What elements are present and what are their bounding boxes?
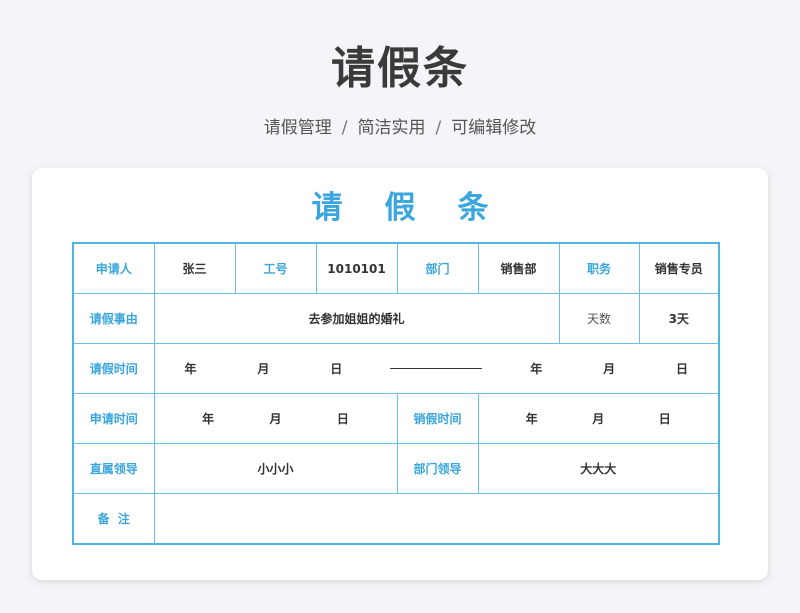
table-row: 请假事由 去参加姐姐的婚礼 天数 3天 [72, 293, 720, 344]
leave-time-label: 请假时间 [72, 343, 155, 394]
direct-leader-field[interactable]: 小小小 [153, 443, 398, 494]
applicant-label: 申请人 [72, 242, 155, 294]
dept-leader-label: 部门领导 [396, 443, 479, 494]
department-field[interactable]: 销售部 [477, 242, 560, 294]
table-row: 备 注 [72, 493, 720, 545]
table-row: 直属领导 小小小 部门领导 大大大 [72, 443, 720, 494]
table-row: 请假时间 年 月 日 年 月 日 [72, 343, 720, 394]
reason-label: 请假事由 [72, 293, 155, 344]
cancel-time-field[interactable]: 年 月 日 [477, 393, 720, 444]
year-unit: 年 [525, 412, 538, 426]
leave-end-date: 年 月 日 [530, 360, 688, 377]
leave-form-table: 申请人 张三 工号 1010101 部门 销售部 职务 销售专员 请假事由 去参… [72, 242, 720, 545]
days-label: 天数 [558, 293, 640, 344]
apply-time-field[interactable]: 年 月 日 [153, 393, 398, 444]
table-row: 申请时间 年 月 日 销假时间 年 月 日 [72, 393, 720, 444]
month-unit: 月 [603, 362, 616, 376]
position-label: 职务 [558, 242, 640, 294]
month-unit: 月 [592, 412, 605, 426]
department-label: 部门 [396, 242, 479, 294]
subtitle-separator: / [435, 118, 442, 138]
leave-start-date: 年 月 日 [185, 360, 343, 377]
remarks-field[interactable] [153, 493, 720, 545]
leave-time-field[interactable]: 年 月 日 年 月 日 [153, 343, 720, 394]
day-unit: 日 [675, 362, 688, 376]
year-unit: 年 [202, 412, 215, 426]
employee-id-field[interactable]: 1010101 [315, 242, 398, 294]
apply-time-label: 申请时间 [72, 393, 155, 444]
remarks-label: 备 注 [72, 493, 155, 545]
form-card: 请假条 申请人 张三 工号 1010101 部门 销售部 职务 销售专员 请假事… [32, 168, 768, 580]
day-unit: 日 [330, 362, 343, 376]
year-unit: 年 [184, 362, 197, 376]
applicant-field[interactable]: 张三 [153, 242, 236, 294]
dept-leader-field[interactable]: 大大大 [477, 443, 720, 494]
subtitle-part-2: 简洁实用 [357, 118, 426, 138]
page-title: 请假条 [331, 43, 469, 94]
reason-field[interactable]: 去参加姐姐的婚礼 [153, 293, 560, 344]
subtitle-part-3: 可编辑修改 [451, 118, 537, 138]
table-row: 申请人 张三 工号 1010101 部门 销售部 职务 销售专员 [72, 242, 720, 294]
day-unit: 日 [658, 412, 671, 426]
position-field[interactable]: 销售专员 [638, 242, 720, 294]
month-unit: 月 [269, 412, 282, 426]
date-range-dash [390, 368, 483, 369]
year-unit: 年 [530, 362, 543, 376]
cancel-time-label: 销假时间 [396, 393, 479, 444]
direct-leader-label: 直属领导 [72, 443, 155, 494]
subtitle-separator: / [341, 118, 348, 138]
day-unit: 日 [336, 412, 349, 426]
page-subtitle: 请假管理 / 简洁实用 / 可编辑修改 [0, 113, 800, 138]
days-field[interactable]: 3天 [638, 293, 720, 344]
month-unit: 月 [257, 362, 270, 376]
form-title: 请假条 [311, 190, 531, 226]
employee-id-label: 工号 [234, 242, 317, 294]
subtitle-part-1: 请假管理 [263, 118, 332, 138]
